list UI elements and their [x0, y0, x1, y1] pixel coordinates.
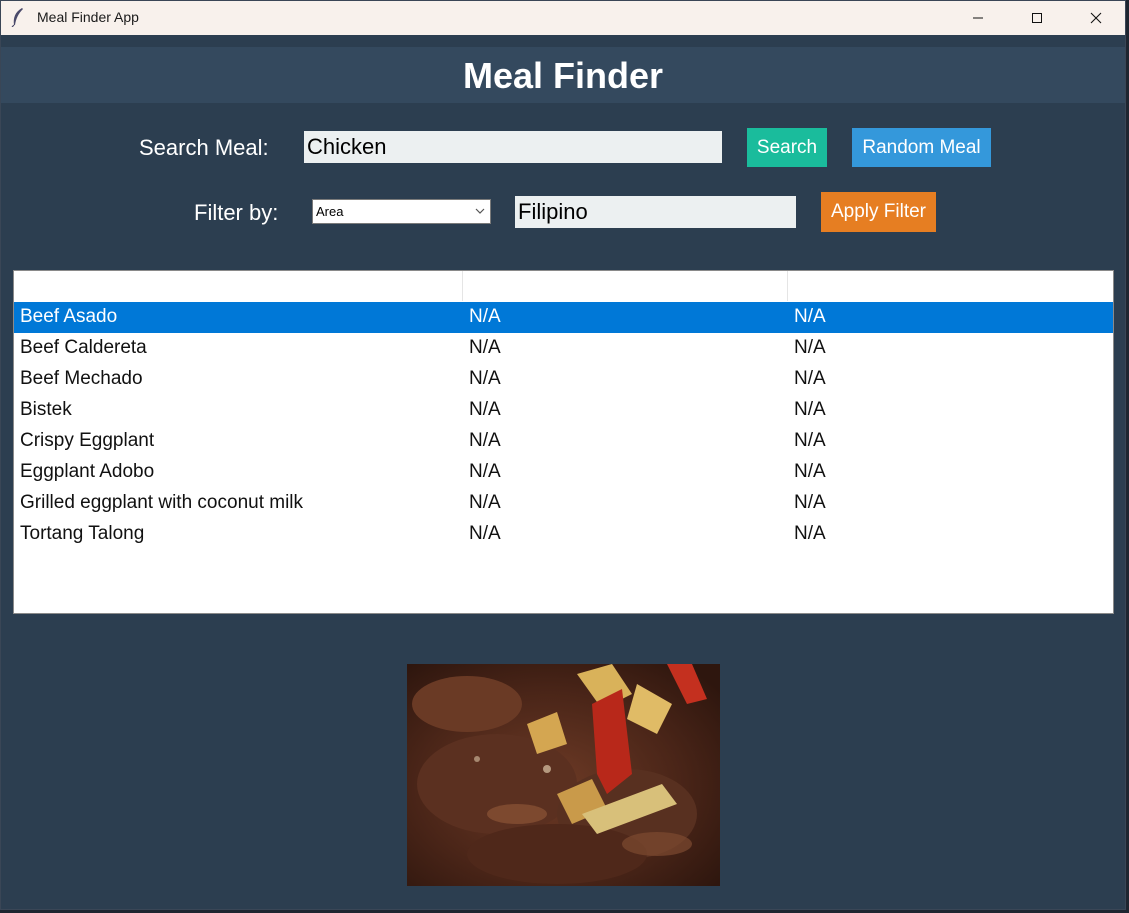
meal-photo [407, 664, 720, 886]
column-header-3[interactable] [788, 271, 1113, 301]
table-cell: N/A [469, 430, 501, 451]
table-cell: N/A [469, 337, 501, 358]
feather-icon [11, 8, 23, 27]
table-cell: N/A [794, 430, 826, 451]
minimize-icon [973, 17, 983, 19]
apply-filter-button[interactable]: Apply Filter [821, 192, 936, 232]
meal-name-cell: Eggplant Adobo [20, 461, 155, 482]
table-cell: N/A [469, 523, 501, 544]
table-cell: N/A [794, 523, 826, 544]
app-header: Meal Finder [1, 47, 1125, 103]
random-meal-button[interactable]: Random Meal [852, 128, 991, 167]
window-title: Meal Finder App [37, 9, 139, 25]
search-label: Search Meal: [139, 135, 269, 160]
meal-results-table[interactable]: Beef Asado N/A N/A Beef Caldereta N/A N/A Beef… [13, 270, 1114, 614]
title-bar: Meal Finder App [1, 1, 1125, 35]
meal-name-cell: Beef Asado [20, 306, 118, 327]
meal-name-cell: Beef Mechado [20, 368, 143, 389]
table-cell: N/A [469, 399, 501, 420]
maximize-icon [1032, 13, 1042, 23]
table-header [14, 271, 1113, 301]
page-title: Meal Finder [462, 55, 664, 96]
table-row[interactable]: Eggplant Adobo N/A N/A [14, 457, 1113, 488]
filter-type-select[interactable]: Area [312, 199, 491, 224]
meal-photo-image [407, 664, 720, 886]
table-row[interactable]: Grilled eggplant with coconut milk N/A N/A [14, 488, 1113, 519]
table-cell: N/A [794, 399, 826, 420]
table-row[interactable]: Crispy Eggplant N/A N/A [14, 426, 1113, 457]
table-cell: N/A [794, 337, 826, 358]
column-header-2[interactable] [463, 271, 788, 301]
meal-name-cell: Bistek [20, 399, 72, 420]
table-cell: N/A [469, 461, 501, 482]
meal-name-cell: Tortang Talong [20, 523, 145, 544]
filter-type-value: Area [316, 204, 344, 219]
table-cell: N/A [794, 461, 826, 482]
close-button[interactable] [1067, 1, 1125, 35]
close-icon [1090, 12, 1102, 24]
meal-name-cell: Grilled eggplant with coconut milk [20, 492, 304, 513]
table-cell: N/A [794, 306, 826, 327]
filter-value-input[interactable] [515, 196, 796, 228]
minimize-button[interactable] [949, 1, 1007, 35]
meal-name-cell: Crispy Eggplant [20, 430, 155, 451]
table-cell: N/A [469, 306, 501, 327]
app-window: Meal Finder App Meal Finder Search Meal:… [0, 0, 1126, 910]
search-input[interactable] [304, 131, 722, 163]
maximize-button[interactable] [1008, 1, 1066, 35]
table-row[interactable]: Beef Mechado N/A N/A [14, 364, 1113, 395]
table-cell: N/A [469, 492, 501, 513]
chevron-down-icon [475, 208, 485, 214]
column-header-1[interactable] [14, 271, 463, 301]
table-row[interactable]: Beef Caldereta N/A N/A [14, 333, 1113, 364]
meal-name-cell: Beef Caldereta [20, 337, 147, 358]
table-cell: N/A [794, 492, 826, 513]
table-row[interactable]: Bistek N/A N/A [14, 395, 1113, 426]
table-cell: N/A [469, 368, 501, 389]
table-row[interactable]: Beef Asado N/A N/A [14, 302, 1113, 333]
table-row[interactable]: Tortang Talong N/A N/A [14, 519, 1113, 550]
table-cell: N/A [794, 368, 826, 389]
search-button[interactable]: Search [747, 128, 827, 167]
filter-label: Filter by: [194, 200, 279, 225]
